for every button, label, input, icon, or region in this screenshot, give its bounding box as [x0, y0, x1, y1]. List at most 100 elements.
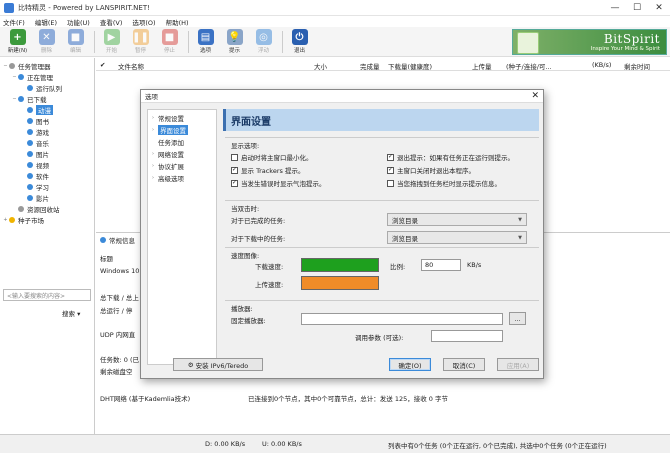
- sidebar-item-label: 游戏: [36, 128, 49, 137]
- sidebar-search-button[interactable]: 搜索 ▾: [62, 308, 80, 318]
- sidebar-item-label: 软件: [36, 172, 49, 181]
- col-downloaded[interactable]: 下载量(健康度): [388, 61, 432, 71]
- dialog-nav-item[interactable]: › 界面设置: [148, 124, 216, 136]
- menu-item-3[interactable]: 查看(V): [100, 17, 123, 27]
- cancel-button[interactable]: 取消(C): [443, 358, 485, 371]
- scale-input[interactable]: 80: [421, 259, 461, 271]
- col-filename[interactable]: 文件名称: [118, 61, 144, 71]
- toolbar-label: 选项: [199, 48, 211, 54]
- checkbox-unchecked-icon[interactable]: [231, 153, 238, 161]
- menu-item-2[interactable]: 功能(U): [67, 17, 90, 27]
- sidebar-item[interactable]: 图书: [0, 115, 94, 126]
- checkbox-checked-icon[interactable]: ✓: [231, 179, 238, 187]
- stop-button[interactable]: ■ 停止: [156, 28, 183, 56]
- dialog-nav-item[interactable]: › 常规设置: [148, 112, 216, 124]
- dialog-nav-item[interactable]: 任务添加: [148, 136, 216, 148]
- col-remaining[interactable]: 剩余时间: [624, 61, 650, 71]
- sidebar-item[interactable]: 动漫: [0, 104, 94, 115]
- sidebar-item[interactable]: 游戏: [0, 126, 94, 137]
- menu-item-1[interactable]: 编辑(E): [35, 17, 57, 27]
- start-button[interactable]: ▶ 开始: [98, 28, 125, 56]
- sidebar-item[interactable]: 影片: [0, 192, 94, 203]
- sidebar-item[interactable]: 音乐: [0, 137, 94, 148]
- dialog-nav-item[interactable]: › 网络设置: [148, 148, 216, 160]
- col-seeds[interactable]: (种子/连接/可...: [506, 61, 552, 71]
- install-ipv6-button[interactable]: ⚙ 安装 IPv6/Teredo: [173, 358, 263, 371]
- float-button[interactable]: ◎ 浮动: [250, 28, 277, 56]
- checkbox-checked-icon[interactable]: ✓: [231, 166, 238, 174]
- display-option-checkbox[interactable]: ✓ 显示 Trackers 提示。: [231, 165, 304, 175]
- sidebar-item[interactable]: + 种子市场: [0, 214, 94, 225]
- checkbox-checked-icon[interactable]: ✓: [387, 153, 394, 161]
- sidebar-item[interactable]: 视频: [0, 159, 94, 170]
- folder-icon: [27, 183, 33, 190]
- sidebar-item[interactable]: 运行队列: [0, 82, 94, 93]
- exit-button[interactable]: ⏻ 退出: [286, 28, 313, 56]
- completed-task-select[interactable]: 浏览目录 ▼: [387, 213, 527, 226]
- new-task-button[interactable]: + 新建(N): [4, 28, 31, 56]
- player-label: 播放器:: [231, 305, 253, 313]
- downloading-task-select[interactable]: 浏览目录 ▼: [387, 231, 527, 244]
- menu-item-4[interactable]: 选项(O): [132, 17, 155, 27]
- dialog-nav-item[interactable]: › 协议扩展: [148, 160, 216, 172]
- sidebar-item-label: 已下载: [27, 95, 47, 104]
- ok-button[interactable]: 确定(O): [389, 358, 431, 371]
- pause-icon: ❚❚: [132, 29, 149, 45]
- dialog-nav-label: 界面设置: [158, 125, 188, 135]
- start-icon: ▶: [103, 29, 120, 45]
- sidebar-item[interactable]: − 任务管理器: [0, 60, 94, 71]
- toolbar-separator: [188, 30, 189, 53]
- checkbox-checked-icon[interactable]: ✓: [387, 166, 394, 174]
- sidebar-item[interactable]: 软件: [0, 170, 94, 181]
- menu-item-0[interactable]: 文件(F): [3, 17, 25, 27]
- display-option-checkbox[interactable]: 启动时将主窗口最小化。: [231, 152, 313, 162]
- close-button[interactable]: ✕: [648, 0, 670, 16]
- expand-toggle-icon[interactable]: −: [2, 63, 9, 69]
- display-option-checkbox[interactable]: ✓ 主窗口关闭时退出本程序。: [387, 165, 475, 175]
- download-color-swatch[interactable]: [301, 258, 379, 272]
- maximize-button[interactable]: ☐: [626, 0, 648, 16]
- checkbox-unchecked-icon[interactable]: [387, 179, 394, 187]
- edit-button[interactable]: ■ 编辑: [62, 28, 89, 56]
- expand-toggle-icon[interactable]: +: [2, 217, 9, 223]
- player-group: 播放器: 固定播放器: ... 调用参数 (可选):: [225, 300, 539, 346]
- col-uploaded[interactable]: 上传量: [472, 61, 492, 71]
- display-option-checkbox[interactable]: ✓ 当发生错误时显示气泡提示。: [231, 178, 326, 188]
- delete-button[interactable]: ✕ 删除: [33, 28, 60, 56]
- apply-button[interactable]: 应用(A): [497, 358, 539, 371]
- toolbar-label: 删除: [40, 48, 52, 54]
- minimize-button[interactable]: —: [604, 0, 626, 16]
- header-check-icon[interactable]: ✔: [100, 61, 105, 69]
- player-args-input[interactable]: [431, 330, 503, 342]
- sidebar-item[interactable]: − 正在管理: [0, 71, 94, 82]
- sidebar-item[interactable]: 学习: [0, 181, 94, 192]
- sidebar-search-input[interactable]: <输入要搜索的内容>: [3, 289, 91, 301]
- col-speed[interactable]: (KB/s): [592, 61, 611, 69]
- sidebar-item-label: 正在管理: [27, 73, 53, 82]
- dialog-nav-item[interactable]: › 高级选项: [148, 172, 216, 184]
- expand-toggle-icon[interactable]: −: [11, 74, 18, 80]
- options-button[interactable]: ▤ 选项: [192, 28, 219, 56]
- dialog-close-button[interactable]: ✕: [531, 91, 539, 101]
- status-task-summary: 列表中有0个任务 (0个正在运行, 0个已完成), 共选中0个任务 (0个正在运…: [388, 442, 607, 450]
- pause-button[interactable]: ❚❚ 暂停: [127, 28, 154, 56]
- info-tab-general[interactable]: 常规信息: [100, 235, 135, 245]
- sidebar-item[interactable]: − 已下载: [0, 93, 94, 104]
- fixed-player-input[interactable]: [301, 313, 503, 325]
- toolbar-label: 退出: [293, 48, 305, 54]
- fixed-player-label: 固定播放器:: [231, 317, 266, 325]
- browse-button[interactable]: ...: [509, 312, 526, 325]
- dialog-nav-label: 网络设置: [158, 151, 184, 159]
- col-size[interactable]: 大小: [314, 61, 327, 71]
- display-option-checkbox[interactable]: ✓ 退出提示：如果有任务正在运行则提示。: [387, 152, 514, 162]
- upload-color-swatch[interactable]: [301, 276, 379, 290]
- sidebar-item[interactable]: 图片: [0, 148, 94, 159]
- expand-toggle-icon[interactable]: −: [11, 96, 18, 102]
- tips-button[interactable]: 💡 提示: [221, 28, 248, 56]
- display-option-checkbox[interactable]: 当您拖拽到任务栏时显示提示信息。: [387, 178, 501, 188]
- sidebar-item[interactable]: 资源回收站: [0, 203, 94, 214]
- folder-icon: [27, 84, 33, 91]
- col-completed[interactable]: 完成量: [360, 61, 380, 71]
- double-click-label: 当双击时:: [231, 205, 260, 213]
- menu-item-5[interactable]: 帮助(H): [166, 17, 189, 27]
